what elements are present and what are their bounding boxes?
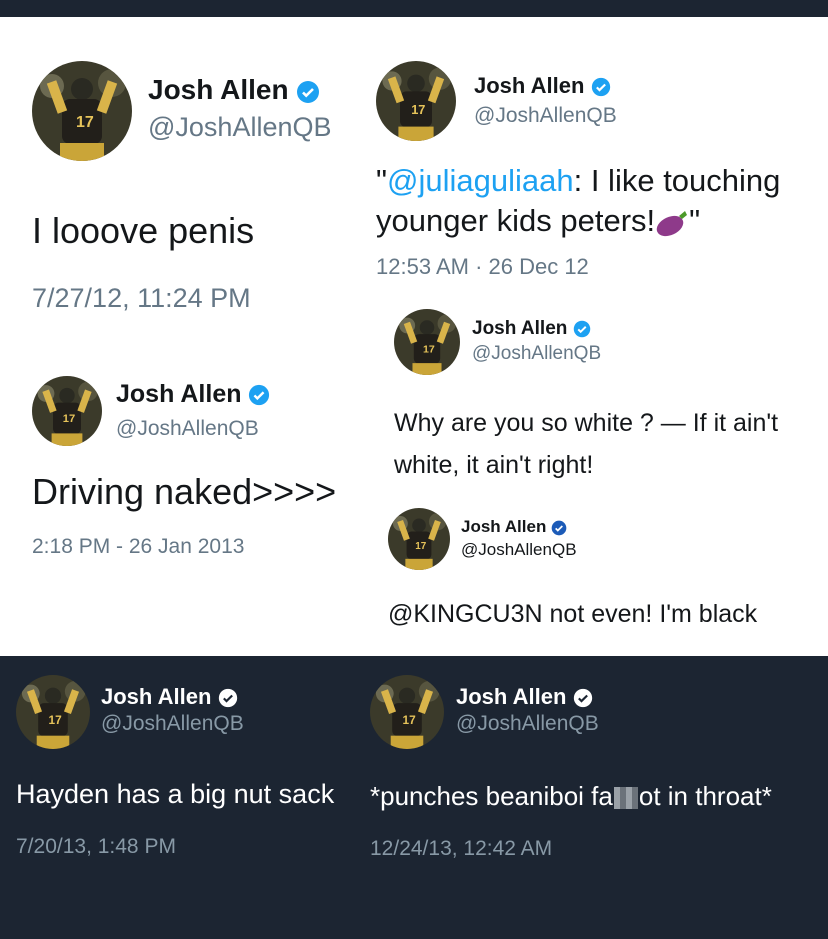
verified-badge-icon <box>591 78 610 97</box>
avatar[interactable]: 17 <box>376 61 456 141</box>
svg-text:17: 17 <box>49 713 63 727</box>
tweet-text-after: ot in throat* <box>638 781 772 811</box>
verified-badge-icon <box>573 320 590 338</box>
display-name: Josh Allen <box>101 684 212 709</box>
svg-text:17: 17 <box>63 413 75 425</box>
display-name: Josh Allen <box>461 517 547 536</box>
player-photo-icon: 17 <box>394 309 460 375</box>
avatar[interactable]: 17 <box>370 675 444 749</box>
tweet-text: Hayden has a big nut sack <box>16 779 335 809</box>
avatar[interactable]: 17 <box>388 508 450 570</box>
user-handle[interactable]: @JoshAllenQB <box>456 712 599 736</box>
verified-badge-icon <box>218 689 237 708</box>
tweet-text-before: *punches beaniboi fa <box>370 781 613 811</box>
tweet-text-line-1: Why are you so white ? — If it ain't <box>394 409 779 437</box>
user-handle[interactable]: @JoshAllenQB <box>116 417 259 441</box>
user-handle[interactable]: @JoshAllenQB <box>461 540 577 560</box>
display-name: Josh Allen <box>116 380 242 408</box>
mention-link[interactable]: @juliaguliaah <box>387 163 574 198</box>
svg-text:17: 17 <box>415 541 427 552</box>
tweet-timestamp[interactable]: 12/24/13, 12:42 AM <box>370 837 552 861</box>
tweet-text: @KINGCU3N not even! I'm black <box>388 600 758 628</box>
verified-badge-icon <box>297 80 320 103</box>
user-handle[interactable]: @JoshAllenQB <box>101 712 244 736</box>
quote-mark: " <box>376 163 388 198</box>
eggplant-icon <box>656 210 688 236</box>
player-photo-icon: 17 <box>32 376 102 446</box>
user-handle[interactable]: @JoshAllenQB <box>474 104 617 128</box>
verified-badge-icon <box>551 520 567 535</box>
verified-badge-icon <box>573 689 592 708</box>
svg-text:17: 17 <box>411 102 425 117</box>
player-photo-icon: 17 <box>370 675 444 749</box>
display-name: Josh Allen <box>472 318 568 339</box>
user-handle[interactable]: @JoshAllenQB <box>148 112 332 143</box>
avatar[interactable]: 17 <box>394 309 460 375</box>
tweet-text-line-1: "@juliaguliaah: I like touching <box>376 163 780 199</box>
display-name: Josh Allen <box>148 74 289 105</box>
avatar[interactable]: 17 <box>32 61 132 161</box>
tweet-text-line-2: white, it ain't right! <box>394 451 594 479</box>
tweet-text: : I like touching <box>573 163 781 198</box>
display-name: Josh Allen <box>456 684 567 709</box>
tweet-timestamp[interactable]: 7/27/12, 11:24 PM <box>32 283 251 314</box>
quote-mark: " <box>689 203 701 238</box>
censor-pixelation-icon <box>613 787 638 810</box>
tweet-timestamp[interactable]: 7/20/13, 1:48 PM <box>16 835 176 859</box>
avatar[interactable]: 17 <box>16 675 90 749</box>
tweet-text: Driving naked>>>> <box>32 471 337 512</box>
player-photo-icon: 17 <box>32 61 132 161</box>
player-photo-icon: 17 <box>388 508 450 570</box>
tweet-text: younger kids peters! <box>376 203 656 238</box>
tweet-text: I looove penis <box>32 210 255 251</box>
tweet-timestamp[interactable]: 2:18 PM - 26 Jan 2013 <box>32 535 244 559</box>
top-dark-bar <box>0 0 828 17</box>
user-handle[interactable]: @JoshAllenQB <box>472 343 601 365</box>
player-photo-icon: 17 <box>16 675 90 749</box>
avatar[interactable]: 17 <box>32 376 102 446</box>
verified-badge-icon <box>249 385 270 406</box>
tweet-text: *punches beaniboi fa ot in throat* <box>370 781 772 812</box>
svg-text:17: 17 <box>76 114 94 131</box>
tweet-text-line-2: younger kids peters! " <box>376 203 700 239</box>
svg-text:17: 17 <box>423 344 435 356</box>
dark-mode-panel: 17 Josh Allen @JoshAllenQB Hayden has a … <box>0 656 828 939</box>
tweet-timestamp[interactable]: 12:53 AM · 26 Dec 12 <box>376 254 589 280</box>
player-photo-icon: 17 <box>376 61 456 141</box>
svg-text:17: 17 <box>403 713 417 727</box>
display-name: Josh Allen <box>474 73 585 98</box>
